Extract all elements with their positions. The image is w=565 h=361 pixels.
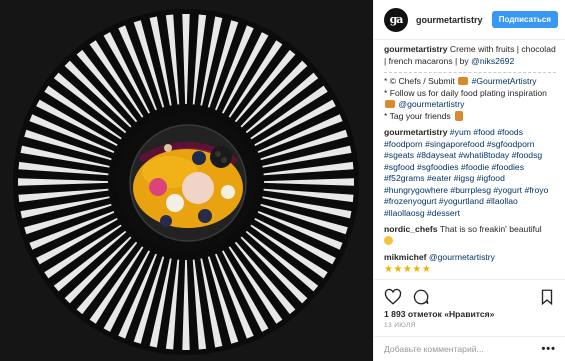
- hashtags-username[interactable]: gourmetartistry: [384, 127, 448, 137]
- comment-mention[interactable]: @gourmetartistry: [429, 252, 495, 262]
- blueberry-2: [198, 209, 212, 223]
- caption-line-2-mention[interactable]: @gourmetartistry: [398, 99, 464, 109]
- blueberry-3: [160, 215, 172, 227]
- caption-line-3: * Tag your friends: [384, 110, 556, 123]
- plate-illustration: [0, 0, 373, 361]
- pointing-hand-icon: [385, 100, 395, 108]
- caption-line-2-text: * Follow us for daily food plating inspi…: [384, 87, 547, 98]
- action-bar: [374, 279, 565, 307]
- post-details-panel: ga gourmetartistry Подписаться gourmetar…: [373, 0, 565, 361]
- add-comment-bar: •••: [374, 336, 565, 361]
- smile-emoji-icon: [384, 235, 393, 245]
- caption-line-1-text: * © Chefs / Submit: [384, 76, 455, 86]
- bookmark-icon[interactable]: [538, 288, 556, 306]
- pointing-hand-icon: [458, 77, 469, 85]
- hashtags-comment: gourmetartistry #yum #food #foods #foodp…: [384, 127, 556, 219]
- caption-line-3-text: * Tag your friends: [384, 110, 451, 121]
- likes-count[interactable]: 1 893 отметок «Нравится»: [384, 309, 494, 319]
- caption-line-2: * Follow us for daily food plating inspi…: [384, 88, 556, 111]
- comment-item: nordic_chefs That is so freakin' beautif…: [384, 224, 556, 247]
- caption-mention[interactable]: @niks2692: [471, 56, 514, 66]
- author-username[interactable]: gourmetartistry: [416, 15, 492, 25]
- small-pearl: [164, 144, 172, 152]
- comments-list[interactable]: gourmetartistry Creme with fruits | choc…: [374, 44, 565, 276]
- post-date[interactable]: 13 ИЮЛЯ: [384, 322, 416, 329]
- comment-username[interactable]: nordic_chefs: [384, 224, 438, 234]
- avatar[interactable]: ga: [384, 7, 408, 32]
- caption-line-1-tag[interactable]: #GourmetArtistry: [472, 76, 537, 86]
- blueberry: [192, 151, 206, 165]
- follow-button[interactable]: Подписаться: [491, 11, 558, 28]
- more-options-icon[interactable]: •••: [541, 343, 556, 355]
- hashtags-text[interactable]: #yum #food #foods #foodporn #singaporefo…: [384, 127, 548, 218]
- blackberry: [210, 146, 232, 168]
- caption-line-1: * © Chefs / Submit #GourmetArtistry: [384, 76, 556, 88]
- meringue: [166, 194, 184, 212]
- comment-icon[interactable]: [412, 288, 430, 306]
- add-comment-input[interactable]: [384, 344, 542, 354]
- post-photo[interactable]: [0, 0, 373, 361]
- star-emojis-icon: ★★★★★: [384, 263, 432, 275]
- post-header: ga gourmetartistry Подписаться: [374, 0, 565, 40]
- caption: gourmetartistry Creme with fruits | choc…: [384, 44, 556, 67]
- raspberry: [149, 178, 167, 196]
- caption-username[interactable]: gourmetartistry: [384, 44, 448, 54]
- comment-username[interactable]: mikmichef: [384, 252, 427, 262]
- cream-dot: [221, 185, 235, 199]
- comment-text: That is so freakin' beautiful: [439, 224, 542, 234]
- pointing-hand-icon: [455, 110, 464, 121]
- heart-icon[interactable]: [384, 288, 402, 306]
- comment-item: mikmichef @gourmetartistry ★★★★★: [384, 252, 556, 275]
- macaron: [182, 172, 214, 204]
- caption-notes: * © Chefs / Submit #GourmetArtistry * Fo…: [384, 72, 556, 122]
